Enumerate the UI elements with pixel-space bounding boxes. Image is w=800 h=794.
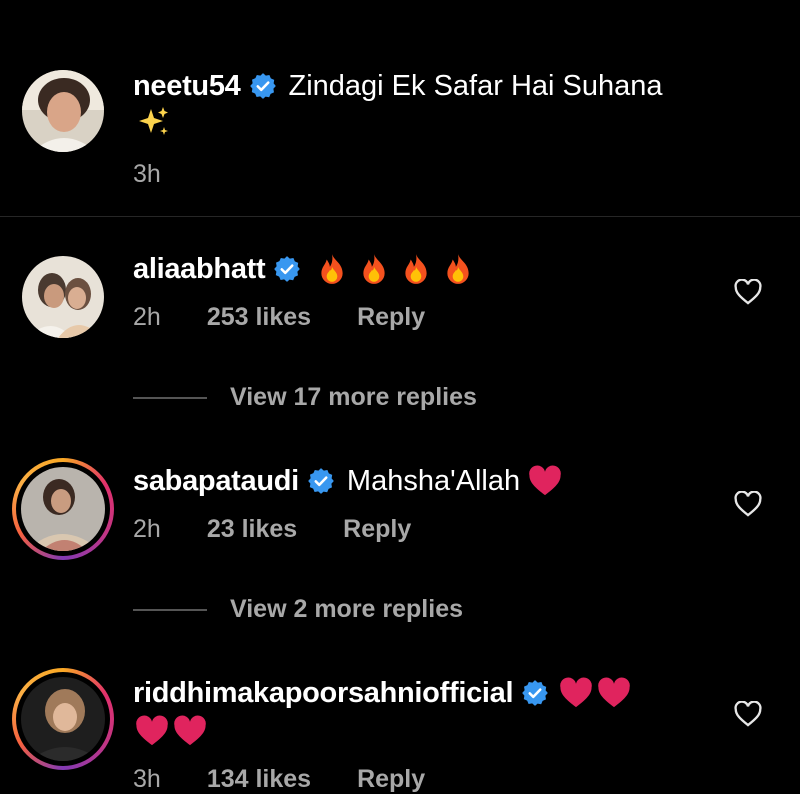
- reply-button[interactable]: Reply: [343, 515, 411, 544]
- red-heart-emoji-icon: [598, 677, 631, 708]
- view-replies-line: [133, 609, 207, 611]
- fire-emoji-icon: [363, 254, 385, 284]
- sparkles-icon: [139, 107, 168, 135]
- comment-meta-riddhimakapoorsahniofficial: 3h 134 likes Reply: [133, 765, 425, 794]
- reply-button[interactable]: Reply: [357, 303, 425, 332]
- red-heart-emoji-icon: [560, 677, 593, 708]
- red-heart-emoji-icon: [529, 465, 561, 496]
- caption-divider: [0, 216, 800, 217]
- avatar-riddhimakapoorsahniofficial[interactable]: [21, 677, 105, 761]
- verified-badge-icon: [308, 468, 334, 494]
- comment-username-sabapataudi[interactable]: sabapataudi: [133, 465, 299, 498]
- comment-username-aliaabhatt[interactable]: aliaabhatt: [133, 253, 266, 286]
- avatar-aliaabhatt[interactable]: [22, 256, 104, 338]
- red-heart-emoji-icon: [136, 715, 168, 746]
- avatar-neetu54[interactable]: [22, 70, 104, 152]
- post-caption-line: neetu54 Zindagi Ek Safar Hai Suhana: [133, 67, 663, 105]
- avatar-sabapataudi[interactable]: [21, 467, 105, 551]
- comment-time: 2h: [133, 303, 161, 331]
- comment-text-sabapataudi: Mahsha'Allah: [346, 464, 521, 497]
- red-heart-emoji-icon: [174, 715, 206, 746]
- comment-time: 3h: [133, 765, 161, 793]
- like-heart-icon[interactable]: [734, 491, 762, 517]
- post-username[interactable]: neetu54: [133, 70, 241, 103]
- reply-button[interactable]: Reply: [357, 765, 425, 794]
- comment-line-aliaabhatt: aliaabhatt: [133, 250, 475, 288]
- verified-badge-icon: [522, 680, 549, 706]
- fire-emoji-icon: [405, 254, 427, 284]
- verified-badge-icon: [274, 256, 301, 282]
- comment-likes[interactable]: 253 likes: [207, 303, 311, 332]
- comment-time: 2h: [133, 515, 161, 543]
- comment-username-riddhimakapoorsahniofficial[interactable]: riddhimakapoorsahniofficial: [133, 677, 514, 710]
- comment-meta-aliaabhatt: 2h 253 likes Reply: [133, 303, 425, 332]
- fire-emoji-icon: [447, 254, 469, 284]
- post-time: 3h: [133, 160, 161, 188]
- fire-emoji-icon: [321, 254, 343, 284]
- verified-badge-icon: [249, 73, 276, 99]
- comment-meta-sabapataudi: 2h 23 likes Reply: [133, 515, 411, 544]
- view-replies-line: [133, 397, 207, 399]
- comment-line-sabapataudi: sabapataudi Mahsha'Allah: [133, 462, 562, 500]
- view-replies-button[interactable]: View 2 more replies: [230, 595, 463, 624]
- post-caption-text: Zindagi Ek Safar Hai Suhana: [288, 69, 663, 102]
- comment-likes[interactable]: 134 likes: [207, 765, 311, 794]
- like-heart-icon[interactable]: [734, 279, 762, 305]
- comment-line-riddhimakapoorsahniofficial: riddhimakapoorsahniofficial: [133, 674, 631, 712]
- comment-line2-riddhimakapoorsahniofficial: [135, 712, 207, 750]
- comment-likes[interactable]: 23 likes: [207, 515, 297, 544]
- view-replies-button[interactable]: View 17 more replies: [230, 383, 477, 412]
- like-heart-icon[interactable]: [734, 701, 762, 727]
